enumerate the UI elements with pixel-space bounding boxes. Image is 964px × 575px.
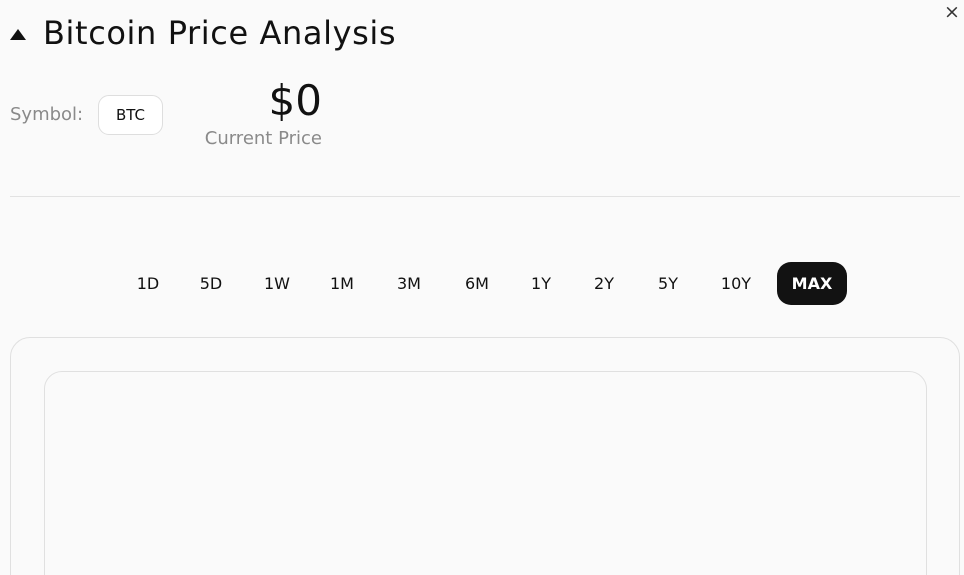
current-price-value: $0 [268, 76, 322, 125]
page-title: Bitcoin Price Analysis [43, 14, 397, 52]
symbol-label: Symbol: [10, 104, 84, 125]
range-button-1m[interactable]: 1M [320, 262, 364, 305]
range-button-1y[interactable]: 1Y [521, 262, 561, 305]
close-icon[interactable]: × [942, 2, 962, 22]
range-button-2y[interactable]: 2Y [584, 262, 624, 305]
range-button-6m[interactable]: 6M [454, 262, 500, 305]
range-button-5d[interactable]: 5D [191, 262, 231, 305]
divider [10, 196, 960, 197]
current-price-label: Current Price [204, 128, 322, 149]
range-button-max[interactable]: MAX [777, 262, 847, 305]
range-button-10y[interactable]: 10Y [712, 262, 760, 305]
price-block: $0 Current Price [200, 76, 322, 149]
price-analysis-panel: × Bitcoin Price Analysis Symbol: BTC $0 … [0, 0, 964, 575]
range-button-1w[interactable]: 1W [255, 262, 299, 305]
panel-header: Bitcoin Price Analysis [10, 14, 396, 52]
range-button-3m[interactable]: 3M [386, 262, 432, 305]
range-button-1d[interactable]: 1D [128, 262, 168, 305]
range-button-5y[interactable]: 5Y [648, 262, 688, 305]
triangle-up-icon[interactable] [10, 28, 26, 40]
time-range-selector: 1D 5D 1W 1M 3M 6M 1Y 2Y 5Y 10Y MAX [0, 262, 964, 305]
symbol-chip[interactable]: BTC [98, 95, 163, 135]
chart-area [44, 371, 927, 575]
